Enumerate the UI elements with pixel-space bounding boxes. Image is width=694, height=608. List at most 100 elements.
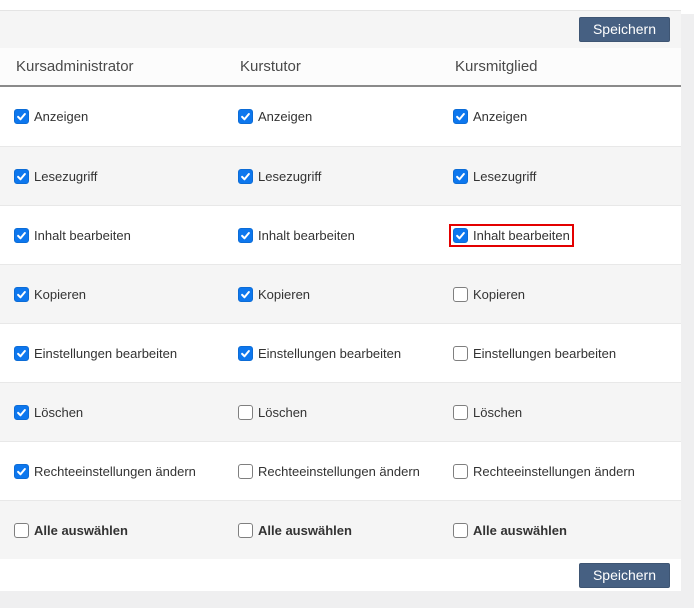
checkbox[interactable] bbox=[14, 523, 29, 538]
checkbox-group: Löschen bbox=[453, 405, 522, 420]
permission-cell: Anzeigen bbox=[453, 109, 681, 124]
permission-cell: Einstellungen bearbeiten bbox=[14, 346, 238, 361]
checkbox-label[interactable]: Anzeigen bbox=[258, 109, 312, 124]
checkbox-label[interactable]: Rechteeinstellungen ändern bbox=[258, 464, 420, 479]
check-icon bbox=[240, 289, 251, 300]
checkbox[interactable] bbox=[14, 109, 29, 124]
permission-cell: Alle auswählen bbox=[238, 523, 453, 538]
column-header-kursadministrator: Kursadministrator bbox=[16, 58, 240, 75]
checkbox[interactable] bbox=[238, 228, 253, 243]
checkbox-label[interactable]: Einstellungen bearbeiten bbox=[34, 346, 177, 361]
checkbox-label[interactable]: Anzeigen bbox=[34, 109, 88, 124]
checkbox[interactable] bbox=[14, 228, 29, 243]
checkbox[interactable] bbox=[238, 109, 253, 124]
checkbox-label[interactable]: Einstellungen bearbeiten bbox=[473, 346, 616, 361]
checkbox-label[interactable]: Lesezugriff bbox=[34, 169, 97, 184]
checkbox-label[interactable]: Löschen bbox=[258, 405, 307, 420]
check-icon bbox=[16, 348, 27, 359]
checkbox-label[interactable]: Inhalt bearbeiten bbox=[34, 228, 131, 243]
permission-cell: Kopieren bbox=[14, 287, 238, 302]
checkbox-group: Lesezugriff bbox=[14, 169, 97, 184]
checkbox-group: Lesezugriff bbox=[238, 169, 321, 184]
checkbox-group: Löschen bbox=[14, 405, 83, 420]
checkbox-label[interactable]: Rechteeinstellungen ändern bbox=[473, 464, 635, 479]
permission-cell: Anzeigen bbox=[14, 109, 238, 124]
page-top-margin bbox=[681, 0, 694, 14]
checkbox[interactable] bbox=[238, 405, 253, 420]
permission-cell: Inhalt bearbeiten bbox=[238, 228, 453, 243]
permission-cell: Inhalt bearbeiten bbox=[14, 228, 238, 243]
checkbox[interactable] bbox=[14, 169, 29, 184]
checkbox-label[interactable]: Alle auswählen bbox=[258, 523, 352, 538]
permission-cell: Lesezugriff bbox=[453, 169, 681, 184]
check-icon bbox=[455, 230, 466, 241]
checkbox-label[interactable]: Kopieren bbox=[258, 287, 310, 302]
checkbox-group: Anzeigen bbox=[14, 109, 88, 124]
highlighted-checkbox-group: Inhalt bearbeiten bbox=[453, 228, 570, 243]
checkbox[interactable] bbox=[453, 109, 468, 124]
checkbox-label[interactable]: Lesezugriff bbox=[473, 169, 536, 184]
checkbox-label[interactable]: Anzeigen bbox=[473, 109, 527, 124]
permission-cell: Löschen bbox=[238, 405, 453, 420]
checkbox[interactable] bbox=[14, 405, 29, 420]
check-icon bbox=[240, 171, 251, 182]
checkbox[interactable] bbox=[14, 464, 29, 479]
save-button-bottom[interactable]: Speichern bbox=[579, 563, 670, 588]
checkbox-label[interactable]: Kopieren bbox=[473, 287, 525, 302]
checkbox[interactable] bbox=[14, 287, 29, 302]
checkbox-group: Alle auswählen bbox=[238, 523, 352, 538]
check-icon bbox=[240, 111, 251, 122]
checkbox-group: Löschen bbox=[238, 405, 307, 420]
checkbox-label[interactable]: Löschen bbox=[473, 405, 522, 420]
check-icon bbox=[240, 230, 251, 241]
checkbox[interactable] bbox=[453, 405, 468, 420]
table-row: Inhalt bearbeiten Inhalt bearbeiten Inhalt… bbox=[0, 205, 681, 264]
checkbox-label[interactable]: Inhalt bearbeiten bbox=[258, 228, 355, 243]
checkbox-label[interactable]: Lesezugriff bbox=[258, 169, 321, 184]
checkbox[interactable] bbox=[453, 287, 468, 302]
checkbox[interactable] bbox=[453, 228, 468, 243]
checkbox-group: Lesezugriff bbox=[453, 169, 536, 184]
permission-cell: Kopieren bbox=[453, 287, 681, 302]
checkbox-group: Einstellungen bearbeiten bbox=[453, 346, 616, 361]
checkbox[interactable] bbox=[453, 523, 468, 538]
bottom-toolbar: Speichern bbox=[0, 559, 681, 591]
table-row: Kopieren Kopieren Kopieren bbox=[0, 264, 681, 323]
checkbox[interactable] bbox=[238, 523, 253, 538]
check-icon bbox=[16, 171, 27, 182]
checkbox-label[interactable]: Kopieren bbox=[34, 287, 86, 302]
checkbox-group: Anzeigen bbox=[238, 109, 312, 124]
checkbox[interactable] bbox=[238, 169, 253, 184]
column-header-kurstutor: Kurstutor bbox=[240, 58, 455, 75]
checkbox-label[interactable]: Alle auswählen bbox=[34, 523, 128, 538]
permission-cell: Löschen bbox=[14, 405, 238, 420]
checkbox[interactable] bbox=[238, 464, 253, 479]
check-icon bbox=[16, 466, 27, 477]
checkbox-label[interactable]: Alle auswählen bbox=[473, 523, 567, 538]
check-icon bbox=[16, 289, 27, 300]
column-header-kursmitglied: Kursmitglied bbox=[455, 58, 681, 75]
checkbox[interactable] bbox=[453, 464, 468, 479]
checkbox-group: Alle auswählen bbox=[453, 523, 567, 538]
check-icon bbox=[455, 111, 466, 122]
permissions-panel: Speichern Kursadministrator Kurstutor Ku… bbox=[0, 0, 681, 591]
checkbox-group: Kopieren bbox=[453, 287, 525, 302]
save-button-top[interactable]: Speichern bbox=[579, 17, 670, 42]
checkbox[interactable] bbox=[238, 287, 253, 302]
permission-cell: Alle auswählen bbox=[453, 523, 681, 538]
table-row: Einstellungen bearbeiten Einstellungen be… bbox=[0, 323, 681, 382]
table-row: Rechteeinstellungen ändern Rechteeinstell… bbox=[0, 441, 681, 500]
checkbox[interactable] bbox=[14, 346, 29, 361]
checkbox-group: Rechteeinstellungen ändern bbox=[14, 464, 196, 479]
checkbox[interactable] bbox=[453, 346, 468, 361]
checkbox-label[interactable]: Inhalt bearbeiten bbox=[473, 228, 570, 243]
checkbox-label[interactable]: Einstellungen bearbeiten bbox=[258, 346, 401, 361]
checkbox-label[interactable]: Rechteeinstellungen ändern bbox=[34, 464, 196, 479]
check-icon bbox=[16, 230, 27, 241]
checkbox-label[interactable]: Löschen bbox=[34, 405, 83, 420]
permission-cell: Lesezugriff bbox=[238, 169, 453, 184]
checkbox-group: Kopieren bbox=[14, 287, 86, 302]
checkbox-group: Inhalt bearbeiten bbox=[14, 228, 131, 243]
checkbox[interactable] bbox=[238, 346, 253, 361]
checkbox[interactable] bbox=[453, 169, 468, 184]
